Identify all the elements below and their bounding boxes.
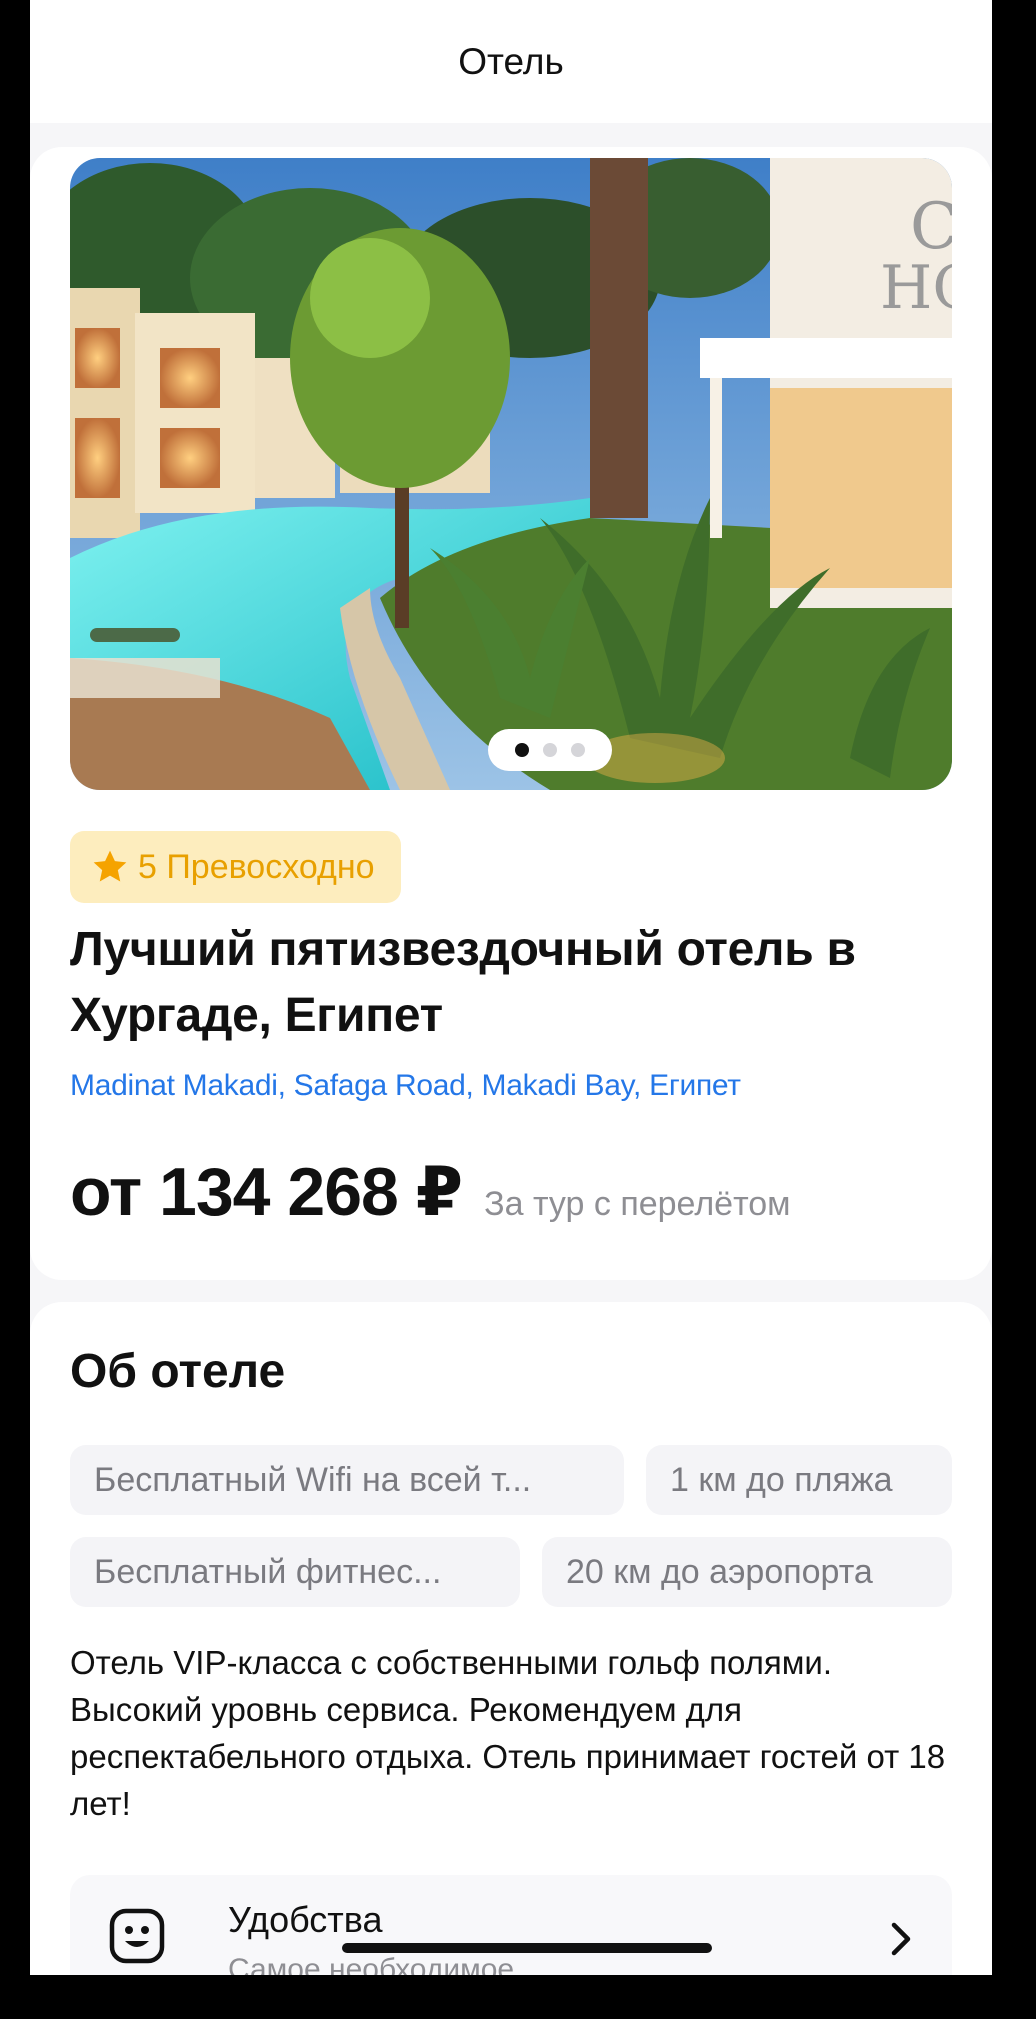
amenities-row[interactable]: Удобства Самое необходимое bbox=[70, 1875, 952, 1975]
screen: Отель C H 5 Превосходно Лучший пятизвезд… bbox=[30, 0, 992, 1975]
price-value: от 134 268 ₽ bbox=[70, 1154, 463, 1230]
hotel-description: Отель VIP-класса с собственными гольф по… bbox=[70, 1644, 946, 1822]
price-row: от 134 268 ₽ За тур с перелётом bbox=[70, 1153, 791, 1232]
feature-chip-wifi[interactable]: Бесплатный Wifi на всей т... bbox=[70, 1445, 624, 1515]
hotel-card: C HC 5 Превосходно Лучший пятизвездочный… bbox=[30, 147, 992, 1280]
price-note: За тур с перелётом bbox=[484, 1185, 791, 1223]
rating-badge: 5 Превосходно bbox=[70, 831, 401, 903]
amenities-subtitle: Самое необходимое bbox=[228, 1953, 515, 1975]
hotel-address-link[interactable]: Madinat Makadi, Safaga Road, Makadi Bay,… bbox=[70, 1069, 741, 1103]
gallery-pagination bbox=[488, 729, 612, 771]
nav-bar: Отель bbox=[30, 0, 992, 123]
hotel-photo: C HC bbox=[70, 158, 952, 790]
hotel-photo-gallery[interactable]: C HC bbox=[70, 158, 952, 790]
page-title: Отель bbox=[458, 40, 564, 82]
amenities-title: Удобства bbox=[228, 1899, 383, 1940]
smiley-icon bbox=[109, 1908, 165, 1964]
pagination-dot[interactable] bbox=[571, 743, 585, 757]
hotel-title: Лучший пятизвездочный отель в Хургаде, Е… bbox=[70, 923, 856, 1042]
svg-text:HC: HC bbox=[880, 253, 952, 323]
about-card: Об отеле Бесплатный Wifi на всей т... 1 … bbox=[30, 1302, 992, 1975]
feature-chip-beach[interactable]: 1 км до пляжа bbox=[646, 1445, 952, 1515]
pagination-dot[interactable] bbox=[543, 743, 557, 757]
home-indicator[interactable] bbox=[342, 1943, 712, 1953]
chevron-right-icon bbox=[891, 1922, 911, 1956]
feature-chip-airport[interactable]: 20 км до аэропорта bbox=[542, 1537, 952, 1607]
star-icon bbox=[93, 850, 127, 882]
feature-chip-fitness[interactable]: Бесплатный фитнес... bbox=[70, 1537, 520, 1607]
pagination-dot-active[interactable] bbox=[515, 743, 529, 757]
rating-label: 5 Превосходно bbox=[138, 847, 375, 886]
about-section-title: Об отеле bbox=[70, 1345, 286, 1398]
